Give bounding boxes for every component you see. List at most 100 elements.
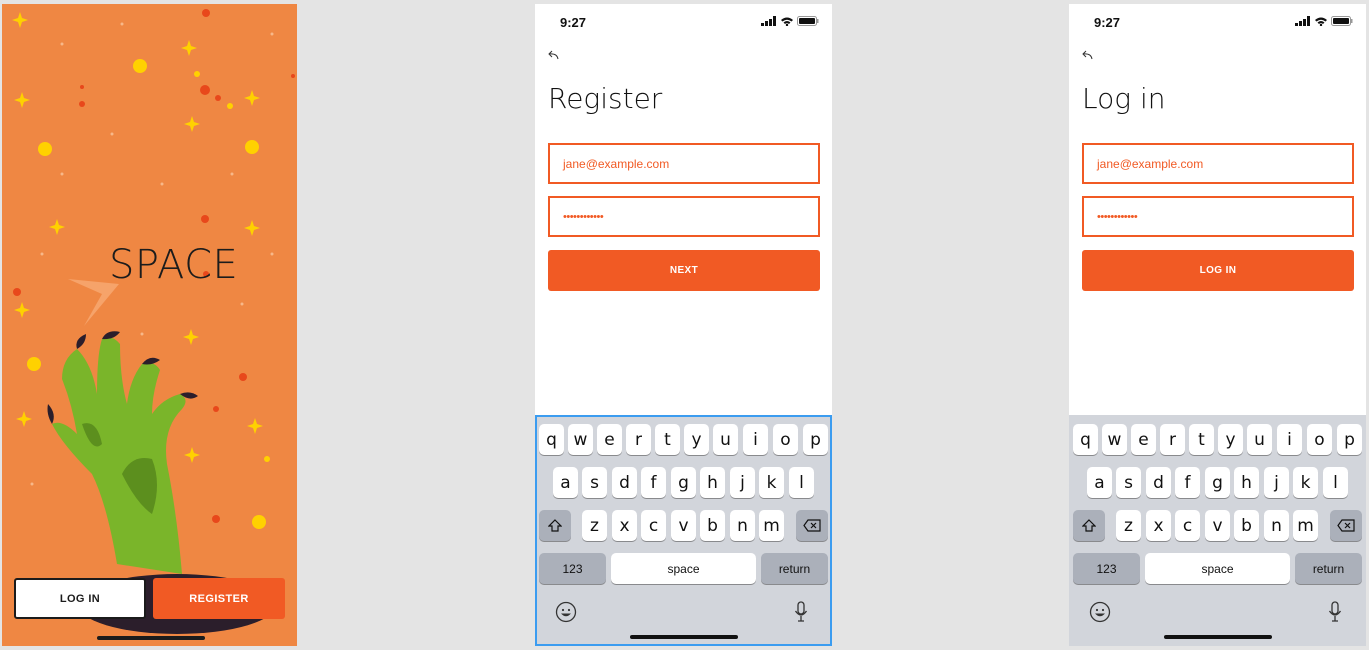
space-illustration	[12, 9, 295, 634]
password-field[interactable]: ••••••••••••	[1082, 196, 1354, 237]
key[interactable]: n	[730, 510, 755, 541]
numbers-key[interactable]: 123	[539, 553, 606, 584]
key[interactable]: l	[789, 467, 814, 498]
wifi-icon	[1315, 17, 1327, 26]
next-button[interactable]: NEXT	[548, 250, 820, 291]
key[interactable]: b	[1234, 510, 1259, 541]
signal-icon	[1295, 16, 1310, 26]
key[interactable]: t	[1189, 424, 1214, 455]
delete-icon	[803, 519, 821, 532]
key[interactable]: x	[612, 510, 637, 541]
key[interactable]: h	[1234, 467, 1259, 498]
key[interactable]: k	[1293, 467, 1318, 498]
keyboard-row-1: q w e r t y u i o p	[535, 424, 832, 455]
key[interactable]: e	[597, 424, 622, 455]
key[interactable]: k	[759, 467, 784, 498]
key[interactable]: i	[743, 424, 768, 455]
space-key[interactable]: space	[1145, 553, 1290, 584]
password-field[interactable]: ••••••••••••	[548, 196, 820, 237]
keyboard-row-3: z x c v b n m	[535, 510, 832, 541]
status-time: 9:27	[560, 15, 587, 30]
key[interactable]: n	[1264, 510, 1289, 541]
email-field[interactable]: jane@example.com	[1082, 143, 1354, 184]
key[interactable]: y	[684, 424, 709, 455]
microphone-icon[interactable]	[1328, 601, 1342, 623]
return-key[interactable]: return	[1295, 553, 1362, 584]
back-arrow-icon[interactable]	[1082, 48, 1096, 62]
key[interactable]: a	[553, 467, 578, 498]
key[interactable]: f	[641, 467, 666, 498]
microphone-icon[interactable]	[794, 601, 808, 623]
key[interactable]: r	[626, 424, 651, 455]
shift-icon	[1082, 518, 1096, 532]
key[interactable]: o	[773, 424, 798, 455]
key[interactable]: z	[1116, 510, 1141, 541]
key[interactable]: t	[655, 424, 680, 455]
key[interactable]: p	[803, 424, 828, 455]
keyboard-row-2: a s d f g h j k l	[1069, 467, 1366, 498]
key[interactable]: v	[671, 510, 696, 541]
key[interactable]: w	[1102, 424, 1127, 455]
canvas: SPACE LOG IN REGISTER 9:27 Register jane…	[0, 0, 1369, 650]
key[interactable]: a	[1087, 467, 1112, 498]
key[interactable]: p	[1337, 424, 1362, 455]
key[interactable]: m	[1293, 510, 1318, 541]
page-title: Register	[548, 82, 663, 115]
key[interactable]: g	[1205, 467, 1230, 498]
key[interactable]: i	[1277, 424, 1302, 455]
login-screen: 9:27 Log in jane@example.com •••••••••••…	[1069, 4, 1366, 646]
key[interactable]: g	[671, 467, 696, 498]
keyboard: q w e r t y u i o p a s d f g h j k l z …	[1069, 415, 1366, 646]
numbers-key[interactable]: 123	[1073, 553, 1140, 584]
emoji-icon[interactable]	[1089, 601, 1111, 623]
brand-logo: SPACE	[109, 242, 239, 288]
status-icons	[1295, 16, 1353, 26]
key[interactable]: r	[1160, 424, 1185, 455]
key[interactable]: z	[582, 510, 607, 541]
login-button[interactable]: LOG IN	[14, 578, 146, 619]
key[interactable]: x	[1146, 510, 1171, 541]
back-arrow-icon[interactable]	[548, 48, 562, 62]
key[interactable]: u	[713, 424, 738, 455]
key[interactable]: q	[539, 424, 564, 455]
key[interactable]: w	[568, 424, 593, 455]
key[interactable]: d	[612, 467, 637, 498]
key[interactable]: o	[1307, 424, 1332, 455]
status-time: 9:27	[1094, 15, 1121, 30]
wifi-icon	[781, 17, 793, 26]
page-title: Log in	[1082, 82, 1166, 115]
space-key[interactable]: space	[611, 553, 756, 584]
key[interactable]: d	[1146, 467, 1171, 498]
key[interactable]: h	[700, 467, 725, 498]
key[interactable]: f	[1175, 467, 1200, 498]
key[interactable]: s	[582, 467, 607, 498]
email-field[interactable]: jane@example.com	[548, 143, 820, 184]
delete-icon	[1337, 519, 1355, 532]
key[interactable]: j	[1264, 467, 1289, 498]
shift-icon	[548, 518, 562, 532]
emoji-icon[interactable]	[555, 601, 577, 623]
home-indicator	[1164, 635, 1272, 639]
key[interactable]: e	[1131, 424, 1156, 455]
key[interactable]: l	[1323, 467, 1348, 498]
key[interactable]: j	[730, 467, 755, 498]
keyboard-row-3: z x c v b n m	[1069, 510, 1366, 541]
key[interactable]: y	[1218, 424, 1243, 455]
register-button[interactable]: REGISTER	[153, 578, 285, 619]
return-key[interactable]: return	[761, 553, 828, 584]
keyboard-row-4: 123 space return	[535, 553, 832, 584]
key[interactable]: q	[1073, 424, 1098, 455]
keyboard-row-4: 123 space return	[1069, 553, 1366, 584]
shift-key[interactable]	[539, 510, 571, 541]
shift-key[interactable]	[1073, 510, 1105, 541]
key[interactable]: s	[1116, 467, 1141, 498]
key[interactable]: v	[1205, 510, 1230, 541]
key[interactable]: b	[700, 510, 725, 541]
key[interactable]: c	[1175, 510, 1200, 541]
login-submit-button[interactable]: LOG IN	[1082, 250, 1354, 291]
key[interactable]: c	[641, 510, 666, 541]
key[interactable]: u	[1247, 424, 1272, 455]
key[interactable]: m	[759, 510, 784, 541]
delete-key[interactable]	[796, 510, 828, 541]
delete-key[interactable]	[1330, 510, 1362, 541]
